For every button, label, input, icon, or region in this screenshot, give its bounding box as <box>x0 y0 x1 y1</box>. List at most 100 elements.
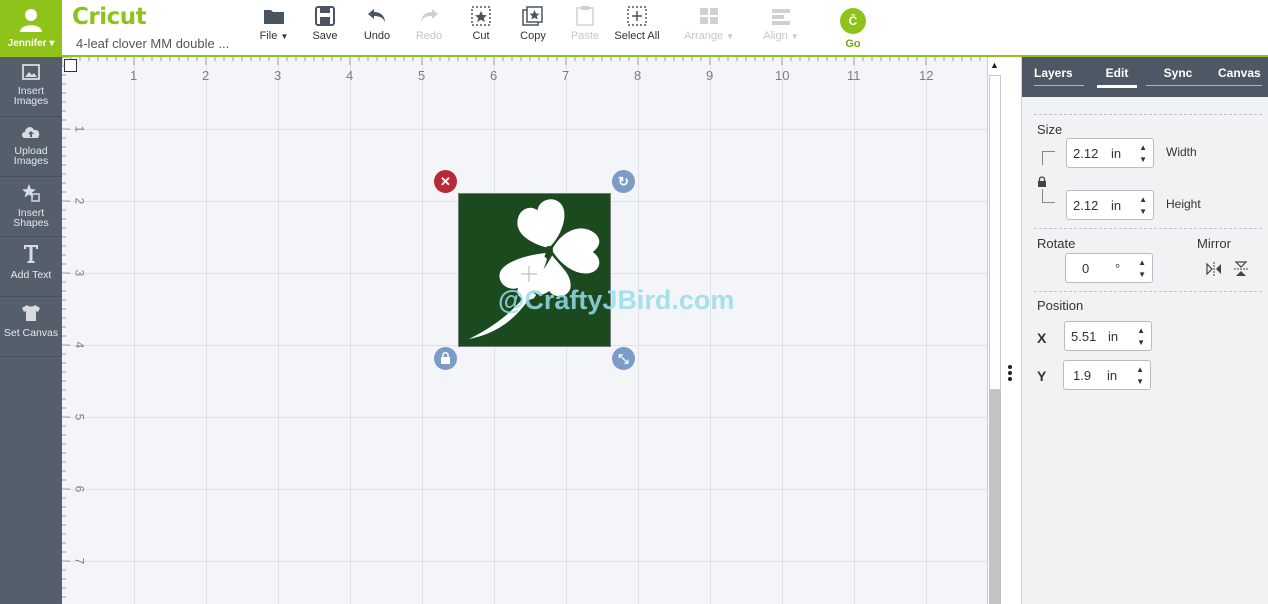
user-menu[interactable]: Jennifer ▾ <box>0 0 62 57</box>
undo-button[interactable]: Undo <box>347 6 407 42</box>
x-position-field[interactable]: 5.51 in ▲ ▼ <box>1064 321 1152 351</box>
design-canvas[interactable]: 1 2 3 4 5 6 7 8 9 10 11 12 1234567 ✕ ↻ ⤡ @CraftyJBi… <box>62 57 987 604</box>
save-button[interactable]: Save <box>295 6 355 42</box>
rotate-stepper-icon[interactable]: ▲ ▼ <box>1138 257 1146 281</box>
cut-icon <box>471 6 491 26</box>
height-field[interactable]: 2.12 in ▲ ▼ <box>1066 190 1154 220</box>
tshirt-icon <box>22 305 40 321</box>
ruler-number: 3 <box>274 68 282 83</box>
selected-image[interactable] <box>458 193 611 347</box>
ruler-number: 1 <box>72 125 87 133</box>
rotate-handle[interactable]: ↻ <box>612 170 635 193</box>
lock-handle[interactable] <box>434 347 457 370</box>
size-title: Size <box>1037 122 1063 137</box>
save-icon <box>315 6 335 26</box>
go-button[interactable]: Ĉ Go <box>830 6 876 50</box>
mirror-title: Mirror <box>1197 236 1231 251</box>
lock-icon <box>441 352 450 364</box>
sidebar-item-upload-images[interactable]: Upload Images <box>0 117 62 177</box>
y-label: Y <box>1037 368 1047 384</box>
ruler-number: 4 <box>72 341 87 349</box>
folder-icon <box>264 10 284 24</box>
project-name[interactable]: 4-leaf clover MM double ... <box>76 36 229 51</box>
shapes-icon <box>22 184 40 202</box>
arrange-icon <box>700 8 718 24</box>
divider <box>1034 228 1262 229</box>
mirror-horizontal-icon[interactable] <box>1206 262 1222 276</box>
rotate-icon: ↻ <box>618 174 629 189</box>
divider <box>1034 114 1262 115</box>
undo-icon <box>368 9 385 23</box>
tab-sync[interactable]: Sync <box>1162 66 1194 85</box>
ruler-number: 1 <box>130 68 138 83</box>
edit-panel: Layers Edit Sync Canvas Size 2.12 in ▲ ▼ … <box>1022 57 1268 604</box>
sidebar-item-set-canvas[interactable]: Set Canvas <box>0 297 62 357</box>
mirror-vertical-icon[interactable] <box>1234 261 1248 277</box>
ruler-number: 11 <box>847 68 861 83</box>
copy-icon <box>522 6 543 26</box>
width-field[interactable]: 2.12 in ▲ ▼ <box>1066 138 1154 168</box>
ruler-number: 4 <box>346 68 354 83</box>
ruler-number: 5 <box>72 413 87 421</box>
ruler-number: 6 <box>490 68 498 83</box>
image-icon <box>22 64 40 80</box>
left-sidebar: Insert Images Upload Images Insert Shape… <box>0 57 62 604</box>
design-space-app: Jennifer ▾ Cricut 4-leaf clover MM doubl… <box>0 0 1268 604</box>
ruler-corner[interactable] <box>64 59 77 72</box>
four-leaf-clover-image <box>469 197 601 339</box>
sidebar-item-insert-images[interactable]: Insert Images <box>0 57 62 117</box>
delete-handle[interactable]: ✕ <box>434 170 457 193</box>
height-label: Height <box>1166 197 1201 211</box>
ruler-number: 3 <box>72 269 87 277</box>
scrollbar-track[interactable] <box>989 390 1001 604</box>
tab-layers[interactable]: Layers <box>1034 66 1073 85</box>
chevron-down-icon: ▾ <box>49 38 55 49</box>
ruler-number: 9 <box>706 68 714 83</box>
align-menu-button[interactable]: Align ▼ <box>751 6 811 42</box>
ruler-number: 5 <box>418 68 426 83</box>
position-title: Position <box>1037 298 1084 313</box>
height-stepper-icon[interactable]: ▲ ▼ <box>1139 194 1147 218</box>
vertical-scrollbar[interactable]: ▲ <box>987 57 1002 604</box>
ruler-number: 10 <box>775 68 790 83</box>
sidebar-item-add-text[interactable]: Add Text <box>0 237 62 297</box>
x-stepper-icon[interactable]: ▲ ▼ <box>1137 325 1145 349</box>
cut-button[interactable]: Cut <box>451 6 511 42</box>
chevron-down-icon: ▼ <box>280 32 289 41</box>
user-name: Jennifer <box>7 38 47 49</box>
scroll-up-icon[interactable]: ▲ <box>990 60 999 70</box>
sidebar-item-insert-shapes[interactable]: Insert Shapes <box>0 177 62 237</box>
ruler-number: 7 <box>562 68 570 83</box>
ruler-number: 12 <box>919 68 934 83</box>
arrange-menu-button[interactable]: Arrange ▼ <box>679 6 739 42</box>
paste-button[interactable]: Paste <box>555 6 615 42</box>
cricut-logo: Cricut <box>72 4 147 30</box>
rotate-title: Rotate <box>1037 236 1076 251</box>
redo-icon <box>421 9 438 23</box>
scrollbar-thumb[interactable] <box>989 75 1001 390</box>
lock-aspect-icon[interactable] <box>1037 176 1047 188</box>
ruler-number: 7 <box>72 557 87 565</box>
go-icon: Ĉ <box>840 8 866 34</box>
panel-resize-handle-icon[interactable] <box>1008 365 1014 383</box>
chevron-down-icon: ▼ <box>726 32 735 41</box>
width-stepper-icon[interactable]: ▲ ▼ <box>1139 142 1147 166</box>
redo-button[interactable]: Redo <box>399 6 459 42</box>
top-toolbar: Jennifer ▾ Cricut 4-leaf clover MM doubl… <box>0 0 1268 57</box>
resize-handle[interactable]: ⤡ <box>612 347 635 370</box>
select-all-button[interactable]: Select All <box>607 6 667 42</box>
ruler-number: 2 <box>202 68 210 83</box>
align-icon <box>772 9 790 25</box>
divider <box>1034 291 1262 292</box>
y-position-field[interactable]: 1.9 in ▲ ▼ <box>1063 360 1151 390</box>
tab-edit[interactable]: Edit <box>1097 66 1137 88</box>
copy-button[interactable]: Copy <box>503 6 563 42</box>
tab-canvas[interactable]: Canvas <box>1218 66 1261 85</box>
panel-splitter[interactable] <box>1002 57 1022 604</box>
cloud-upload-icon <box>22 127 40 138</box>
close-icon: ✕ <box>440 174 451 189</box>
y-stepper-icon[interactable]: ▲ ▼ <box>1136 364 1144 388</box>
text-icon <box>24 245 38 263</box>
panel-tabs: Layers Edit Sync Canvas <box>1022 57 1268 97</box>
rotate-field[interactable]: 0 ° ▲ ▼ <box>1065 253 1153 283</box>
